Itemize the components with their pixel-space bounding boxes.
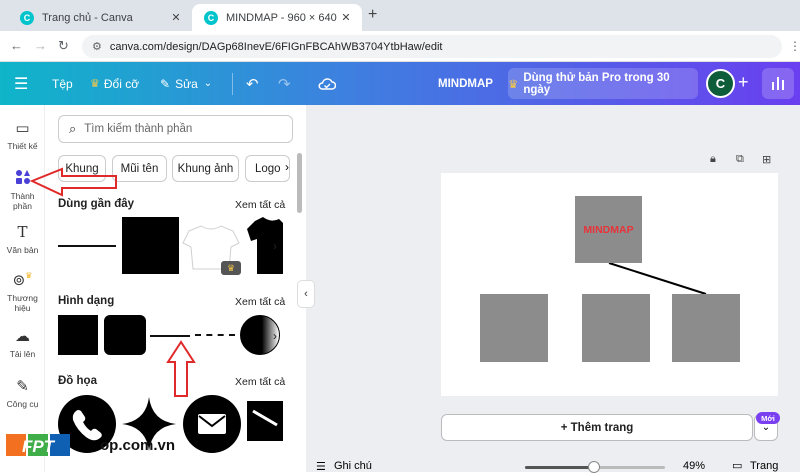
annotation-layer	[29, 167, 196, 397]
watermark-site: op.com.vn	[100, 437, 176, 454]
fpt-logo: FPT	[4, 428, 74, 468]
fpt-logo-mark: FPT	[6, 434, 70, 456]
annotation-arrow	[166, 340, 196, 397]
fpt-logo-text: FPT	[22, 437, 56, 456]
annotation-arrow	[29, 167, 117, 197]
